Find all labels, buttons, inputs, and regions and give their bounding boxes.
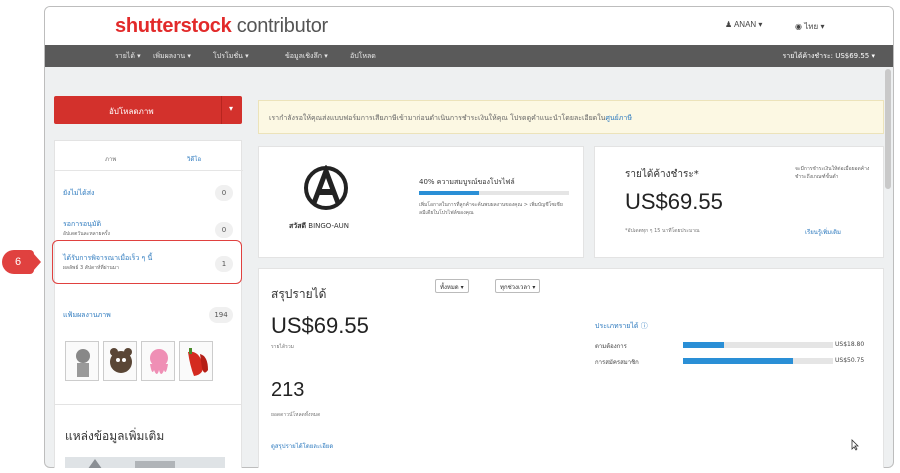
type-bar-on-demand <box>683 342 833 348</box>
profile-tip[interactable]: เพิ่มโอกาสในการที่ลูกค้าจะค้นพบผลงานของค… <box>419 201 569 217</box>
character-icon <box>76 349 90 377</box>
total-downloads-label: ยอดดาวน์โหลดทั้งหมด <box>271 412 321 418</box>
earning-types-label: ประเภทรายได้ <box>595 322 639 330</box>
banner-message: เรากำลังรอให้คุณส่งแบบฟอร์มการเสียภาษีเข… <box>269 114 606 122</box>
page-content: อัปโหลดภาพ ▾ ภาพ วิดีโอ ยังไม่ได้ส่ง 0 ร… <box>44 6 894 468</box>
thumbnail[interactable] <box>179 341 213 381</box>
resources-title: แหล่งข้อมูลเพิ่มเติม <box>65 429 165 443</box>
greeting-prefix: สวัสดี <box>289 222 307 230</box>
callout-arrow <box>33 253 41 271</box>
select-value: ทั้งหมด <box>440 284 459 291</box>
type-label-subscription: การสมัครสมาชิก <box>595 359 639 366</box>
completeness-bar-fill <box>419 191 479 195</box>
chili-icon <box>188 348 208 376</box>
type-label-on-demand: ตามต้องการ <box>595 343 627 350</box>
resources-image <box>65 457 225 468</box>
earnings-details-link[interactable]: ดูสรุปรายได้โดยละเอียด <box>271 441 333 451</box>
tab-video[interactable]: วิดีโอ <box>187 154 201 164</box>
type-bar-subscription <box>683 358 833 364</box>
thumbnail[interactable] <box>141 341 175 381</box>
row-count-badge: 0 <box>215 185 233 201</box>
update-note: *อัปเดตทุก ๆ 15 นาทีโดยประมาณ <box>625 228 700 234</box>
profile-card: สวัสดี BINGO-AUN 40% ความสมบูรณ์ของโปรไฟ… <box>258 146 584 258</box>
banner-text: เรากำลังรอให้คุณส่งแบบฟอร์มการเสียภาษีเข… <box>269 113 632 124</box>
learn-more-link[interactable]: เรียนรู้เพิ่มเติม <box>805 227 841 237</box>
row-sublabel: อัปเดตวันละหลายครั้ง <box>63 231 110 237</box>
filter-all-select[interactable]: ทั้งหมด ▾ <box>435 279 469 293</box>
upload-divider <box>221 96 222 124</box>
profile-completeness: 40% ความสมบูรณ์ของโปรไฟล์ <box>419 178 515 186</box>
row-label: แฟ้มผลงานภาพ <box>63 311 111 319</box>
profile-name: BINGO-AUN <box>308 222 350 230</box>
help-icon[interactable]: ⓘ <box>641 322 648 330</box>
chevron-down-icon[interactable]: ▾ <box>229 104 233 113</box>
row-not-submitted[interactable]: ยังไม่ได้ส่ง 0 <box>55 185 243 205</box>
total-earnings-label: รายได้รวม <box>271 344 294 350</box>
upload-images-button[interactable]: อัปโหลดภาพ ▾ <box>54 96 242 124</box>
summary-title: สรุปรายได้ <box>271 287 327 301</box>
earnings-summary-card: สรุปรายได้ ทั้งหมด ▾ ทุกช่วงเวลา ▾ US$69… <box>258 268 884 468</box>
type-amount-subscription: US$50.75 <box>835 357 865 364</box>
resources-card: แหล่งข้อมูลเพิ่มเติม <box>54 404 242 468</box>
payout-threshold-text: จะมีการชำระเงินให้ต่อเมื่อยอดค้างชำระถึง… <box>795 166 870 180</box>
earning-types-title: ประเภทรายได้ ⓘ <box>595 321 648 332</box>
greeting: สวัสดี BINGO-AUN <box>289 221 349 232</box>
type-bar-fill <box>683 342 724 348</box>
octopus-icon <box>150 349 168 374</box>
total-downloads: 213 <box>271 379 305 401</box>
row-label: ยังไม่ได้ส่ง <box>63 189 95 197</box>
type-amount-on-demand: US$18.80 <box>835 341 865 348</box>
bear-icon <box>110 348 132 373</box>
select-value: ทุกช่วงเวลา <box>500 284 531 291</box>
row-count-badge: 0 <box>215 222 233 238</box>
media-tabs: ภาพ วิดีโอ <box>55 149 243 171</box>
total-earnings-amount: US$69.55 <box>271 313 369 338</box>
tax-center-link[interactable]: ศูนย์ภาษี <box>605 114 632 122</box>
pending-earnings-title: รายได้ค้างชำระ* <box>625 169 699 180</box>
portfolio-thumbnails <box>65 341 225 381</box>
upload-label: อัปโหลดภาพ <box>109 107 154 116</box>
highlight-box <box>52 240 242 284</box>
thumbnail[interactable] <box>65 341 99 381</box>
row-portfolio[interactable]: แฟ้มผลงานภาพ 194 <box>55 307 243 327</box>
row-count-badge: 194 <box>209 307 233 323</box>
step-callout-badge: 6 <box>2 250 34 274</box>
profile-avatar-icon[interactable] <box>303 165 349 211</box>
filter-time-select[interactable]: ทุกช่วงเวลา ▾ <box>495 279 541 293</box>
tax-notice-banner: เรากำลังรอให้คุณส่งแบบฟอร์มการเสียภาษีเข… <box>258 100 884 134</box>
pending-earnings-card: รายได้ค้างชำระ* US$69.55 *อัปเดตทุก ๆ 15… <box>594 146 884 258</box>
mouse-cursor-icon <box>851 439 859 451</box>
pending-earnings-amount: US$69.55 <box>625 189 723 214</box>
row-label: รอการอนุมัติ <box>63 220 102 228</box>
tab-images[interactable]: ภาพ <box>105 154 116 164</box>
completeness-bar <box>419 191 569 195</box>
type-bar-fill <box>683 358 793 364</box>
thumbnail[interactable] <box>103 341 137 381</box>
